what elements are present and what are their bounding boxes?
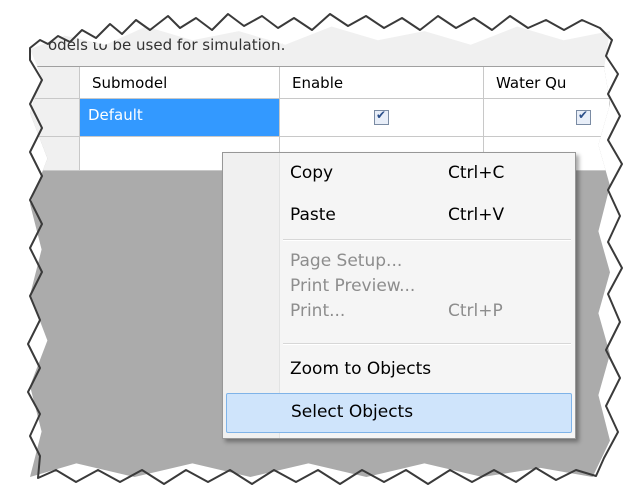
- torn-edge-frame: [27, 13, 623, 485]
